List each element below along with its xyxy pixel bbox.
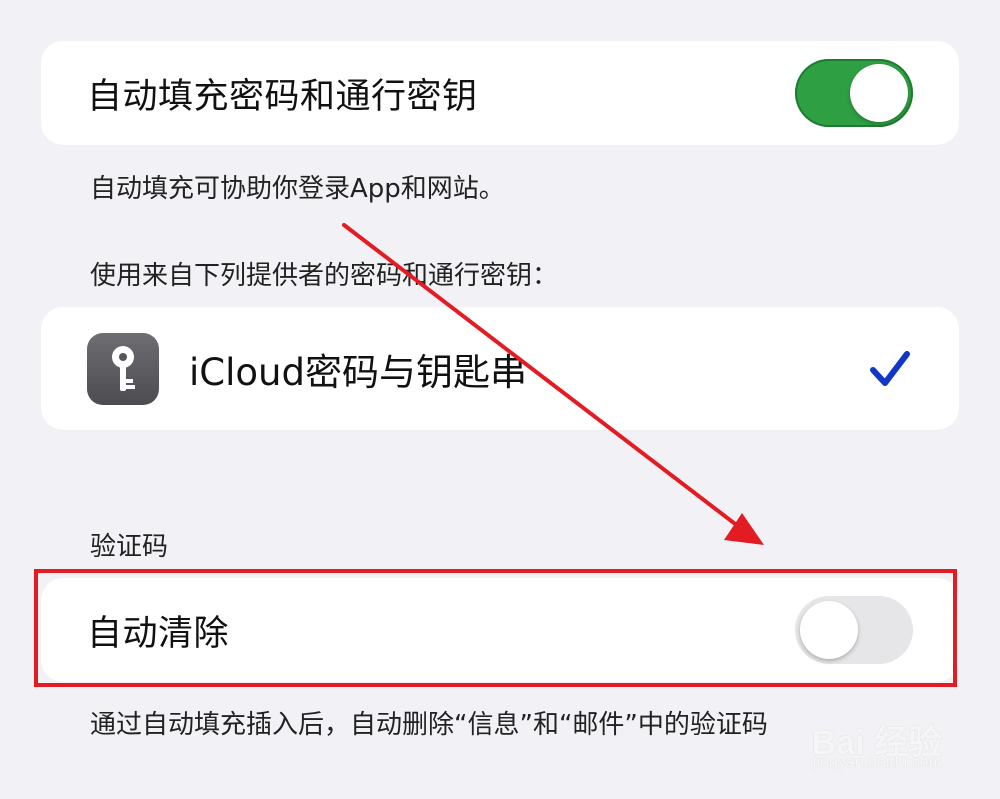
key-icon xyxy=(87,332,159,405)
autofill-label: 自动填充密码和通行密钥 xyxy=(87,76,478,117)
autofill-card: 自动填充密码和通行密钥 xyxy=(41,41,959,145)
auto-clear-toggle-knob xyxy=(800,601,858,659)
providers-header: 使用来自下列提供者的密码和通行密钥： xyxy=(90,261,559,291)
auto-clear-row[interactable]: 自动清除 xyxy=(41,578,959,682)
autofill-toggle[interactable] xyxy=(795,59,913,127)
auto-clear-toggle[interactable] xyxy=(795,596,913,664)
provider-row[interactable]: iCloud密码与钥匙串 xyxy=(41,307,959,430)
autofill-description: 自动填充可协助你登录App和网站。 xyxy=(90,174,505,204)
settings-screen: 自动填充密码和通行密钥 自动填充可协助你登录App和网站。 使用来自下列提供者的… xyxy=(0,0,1000,799)
watermark-url: jingyan.baidu.com xyxy=(813,754,942,771)
verification-code-header: 验证码 xyxy=(90,532,169,562)
provider-name: iCloud密码与钥匙串 xyxy=(189,350,527,394)
auto-clear-description: 通过自动填充插入后，自动删除“信息”和“邮件”中的验证码 xyxy=(90,710,768,740)
autofill-row[interactable]: 自动填充密码和通行密钥 xyxy=(41,41,959,145)
provider-card: iCloud密码与钥匙串 xyxy=(41,307,959,430)
autofill-toggle-knob xyxy=(850,64,908,122)
auto-clear-label: 自动清除 xyxy=(87,613,230,654)
auto-clear-card: 自动清除 xyxy=(41,578,959,682)
checkmark-icon xyxy=(870,350,910,386)
